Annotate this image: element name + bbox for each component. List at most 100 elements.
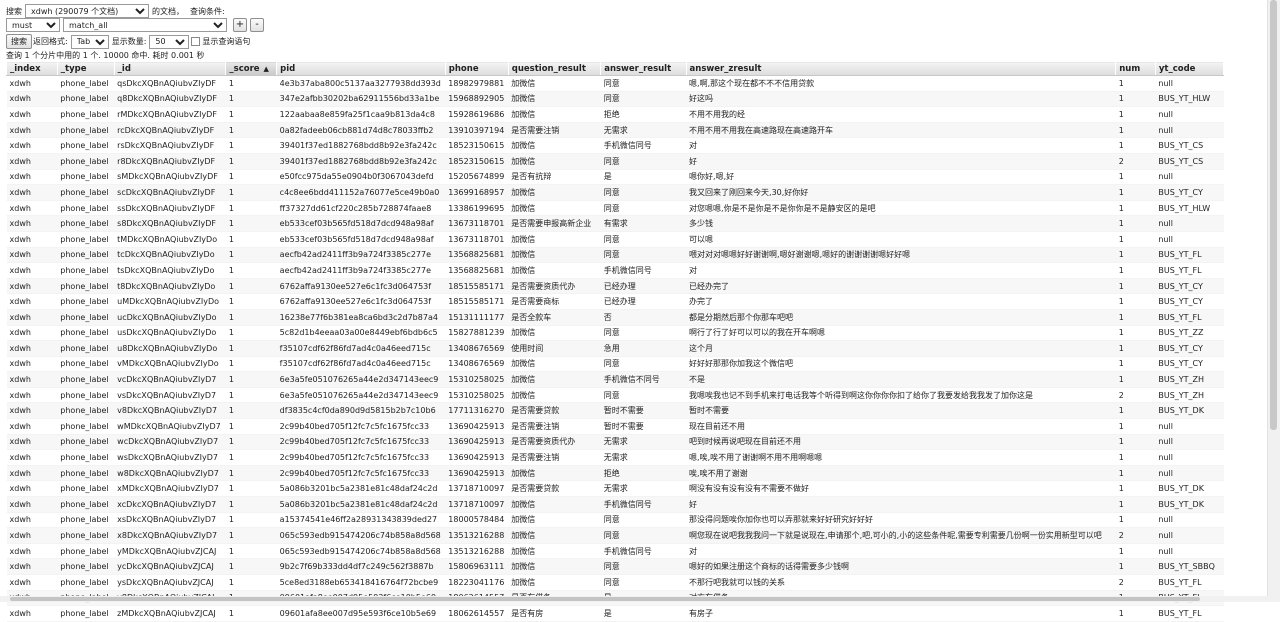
- cell-score: 1: [225, 512, 277, 529]
- search-button[interactable]: 搜索: [6, 34, 32, 49]
- cell-num: 1: [1115, 200, 1156, 217]
- cell-index: xdwh: [6, 215, 58, 232]
- cell-score: 1: [225, 262, 277, 279]
- count-select[interactable]: 50: [149, 34, 190, 49]
- cell-num: 1: [1115, 293, 1156, 310]
- table-row[interactable]: xdwh phone_label wcDkcXQBnAQiubvZIyD7 1 2c99…: [6, 434, 1224, 451]
- table-row[interactable]: xdwh phone_label rcDkcXQBnAQiubvZIyDF 1 0a82…: [6, 122, 1224, 139]
- show-query-checkbox[interactable]: [191, 37, 201, 46]
- cell-answer-zresult: 我又回来了刚回来今天,30,好你好: [686, 184, 1116, 201]
- table-row[interactable]: xdwh phone_label zMDkcXQBnAQiubvZJCAJ 1 0960…: [6, 605, 1224, 622]
- cell-num: 1: [1115, 449, 1156, 466]
- remove-condition-button[interactable]: -: [250, 18, 264, 32]
- column-header-answer-zresult[interactable]: answer_zresult: [685, 61, 1117, 76]
- cell-answer-zresult: 现在目前还不用: [686, 418, 1116, 435]
- table-row[interactable]: xdwh phone_label rsDkcXQBnAQiubvZIyDF 1 3940…: [6, 137, 1224, 154]
- cell-index: xdwh: [6, 340, 58, 357]
- vertical-scroll-thumb[interactable]: [1270, 0, 1277, 430]
- cell-pid: 39401f37ed1882768bdd8b92e3fa242c: [276, 137, 446, 154]
- status-line: 查询 1 个分片中用的 1 个. 10000 命中. 耗时 0.001 秒: [6, 51, 205, 60]
- cell-score: 1: [225, 449, 277, 466]
- cell-num: 1: [1115, 184, 1156, 201]
- cell-index: xdwh: [6, 309, 58, 326]
- table-row[interactable]: xdwh phone_label xsDkcXQBnAQiubvZIyD7 1 a153…: [6, 512, 1224, 529]
- vertical-scrollbar[interactable]: [1267, 0, 1280, 602]
- cell-pid: 9b2c7f69b333dd4df7c249c562f3887b: [276, 558, 446, 575]
- add-condition-button[interactable]: +: [233, 18, 247, 32]
- table-row[interactable]: xdwh phone_label u8DkcXQBnAQiubvZIyDo 1 f351…: [6, 340, 1224, 357]
- table-row[interactable]: xdwh phone_label qsDkcXQBnAQiubvZIyDF 1 4e3b…: [6, 75, 1224, 92]
- cell-id: rcDkcXQBnAQiubvZIyDF: [114, 122, 226, 139]
- table-row[interactable]: xdwh phone_label vcDkcXQBnAQiubvZIyD7 1 6e3a…: [6, 371, 1224, 388]
- table-row[interactable]: xdwh phone_label ysDkcXQBnAQiubvZJCAJ 1 5ce8…: [6, 574, 1224, 591]
- table-row[interactable]: xdwh phone_label ucDkcXQBnAQiubvZIyDo 1 1623…: [6, 309, 1224, 326]
- index-select[interactable]: xdwh (290079 个文档): [25, 4, 149, 18]
- table-row[interactable]: xdwh phone_label wMDkcXQBnAQiubvZIyD7 1 2c99…: [6, 418, 1224, 435]
- table-row[interactable]: xdwh phone_label sMDkcXQBnAQiubvZIyDF 1 e50f…: [6, 169, 1224, 186]
- query-type-select[interactable]: match_all: [63, 18, 227, 32]
- cell-phone: 18000578484: [445, 512, 509, 529]
- bool-select[interactable]: must: [6, 18, 60, 32]
- cell-type: phone_label: [57, 434, 115, 451]
- horizontal-scrollbar[interactable]: [0, 596, 1268, 602]
- cell-yt-code: null: [1155, 231, 1224, 248]
- table-row[interactable]: xdwh phone_label ssDkcXQBnAQiubvZIyDF 1 ff37…: [6, 200, 1224, 217]
- table-row[interactable]: xdwh phone_label w8DkcXQBnAQiubvZIyD7 1 2c99…: [6, 465, 1224, 482]
- table-row[interactable]: xdwh phone_label x8DkcXQBnAQiubvZIyD7 1 065c…: [6, 527, 1224, 544]
- column-header-question-result[interactable]: question_result: [507, 61, 602, 76]
- cell-yt-code: BUS_YT_ZH: [1155, 371, 1224, 388]
- table-row[interactable]: xdwh phone_label xMDkcXQBnAQiubvZIyD7 1 5a08…: [6, 480, 1224, 498]
- cell-phone: 18982979881: [445, 75, 509, 92]
- cell-answer-result: 暂时不需要: [600, 402, 687, 420]
- cell-pid: ff37327dd61cf220c285b728874faae8: [276, 200, 446, 217]
- cell-id: scDkcXQBnAQiubvZIyDF: [114, 184, 226, 201]
- cell-yt-code: BUS_YT_FL: [1155, 605, 1224, 622]
- cell-answer-zresult: 已经办完了: [686, 278, 1116, 295]
- table-row[interactable]: xdwh phone_label usDkcXQBnAQiubvZIyDo 1 5c82…: [6, 325, 1224, 342]
- column-header-pid[interactable]: pid: [276, 61, 446, 76]
- column-header-type[interactable]: _type: [56, 61, 115, 76]
- cell-num: 1: [1115, 325, 1156, 342]
- table-row[interactable]: xdwh phone_label tcDkcXQBnAQiubvZIyDo 1 aecf…: [6, 247, 1224, 264]
- table-row[interactable]: xdwh phone_label scDkcXQBnAQiubvZIyDF 1 c4c8…: [6, 184, 1224, 201]
- cell-num: 1: [1115, 543, 1156, 560]
- horizontal-scroll-thumb[interactable]: [10, 597, 1200, 601]
- table-row[interactable]: xdwh phone_label yMDkcXQBnAQiubvZJCAJ 1 065c…: [6, 543, 1224, 560]
- cell-score: 1: [225, 480, 277, 498]
- column-header-num[interactable]: num: [1115, 61, 1156, 76]
- cell-index: xdwh: [6, 605, 58, 622]
- cell-answer-zresult: 我嗯唉我也记不到手机来打电话我等个听得到啊这你你你你扣了给你了我要发给我我发了加…: [686, 387, 1116, 404]
- cell-index: xdwh: [6, 558, 58, 575]
- column-header-yt-code[interactable]: yt_code: [1154, 61, 1225, 76]
- table-row[interactable]: xdwh phone_label ycDkcXQBnAQiubvZJCAJ 1 9b2c…: [6, 558, 1224, 575]
- table-row[interactable]: xdwh phone_label vMDkcXQBnAQiubvZIyDo 1 f351…: [6, 356, 1224, 373]
- column-header-phone[interactable]: phone: [444, 61, 509, 76]
- column-header-index[interactable]: _index: [6, 61, 58, 76]
- table-row[interactable]: xdwh phone_label s8DkcXQBnAQiubvZIyDF 1 eb53…: [6, 215, 1224, 232]
- cell-num: 1: [1115, 247, 1156, 264]
- cell-pid: e50fcc975da55e0904b0f3067043defd: [276, 169, 446, 186]
- column-header-score[interactable]: _score ▲: [225, 61, 278, 76]
- table-row[interactable]: xdwh phone_label rMDkcXQBnAQiubvZIyDF 1 122a…: [6, 106, 1224, 123]
- table-row[interactable]: xdwh phone_label tsDkcXQBnAQiubvZIyDo 1 aecf…: [6, 262, 1224, 279]
- table-row[interactable]: xdwh phone_label q8DkcXQBnAQiubvZIyDF 1 347e…: [6, 91, 1224, 108]
- table-row[interactable]: xdwh phone_label uMDkcXQBnAQiubvZIyDo 1 6762…: [6, 293, 1224, 310]
- cell-id: wMDkcXQBnAQiubvZIyD7: [114, 418, 226, 435]
- column-header-id[interactable]: _id: [113, 61, 227, 76]
- table-row[interactable]: xdwh phone_label v8DkcXQBnAQiubvZIyD7 1 df38…: [6, 402, 1224, 420]
- cell-score: 1: [225, 106, 277, 123]
- cell-score: 1: [225, 309, 277, 326]
- table-row[interactable]: xdwh phone_label t8DkcXQBnAQiubvZIyDo 1 6762…: [6, 278, 1224, 295]
- table-row[interactable]: xdwh phone_label tMDkcXQBnAQiubvZIyDo 1 eb53…: [6, 231, 1224, 248]
- cell-yt-code: BUS_YT_ZZ: [1155, 325, 1224, 342]
- table-row[interactable]: xdwh phone_label vsDkcXQBnAQiubvZIyD7 1 6e3a…: [6, 387, 1224, 404]
- table-row[interactable]: xdwh phone_label xcDkcXQBnAQiubvZIyD7 1 5a08…: [6, 496, 1224, 513]
- table-row[interactable]: xdwh phone_label r8DkcXQBnAQiubvZIyDF 1 3940…: [6, 153, 1224, 170]
- cell-num: 1: [1115, 402, 1156, 420]
- cell-id: tcDkcXQBnAQiubvZIyDo: [114, 247, 226, 264]
- cell-num: 1: [1115, 215, 1156, 232]
- cell-type: phone_label: [57, 153, 115, 170]
- table-row[interactable]: xdwh phone_label wsDkcXQBnAQiubvZIyD7 1 2c99…: [6, 449, 1224, 466]
- column-header-answer-result[interactable]: answer_result: [600, 61, 687, 76]
- format-select[interactable]: Table: [70, 34, 109, 49]
